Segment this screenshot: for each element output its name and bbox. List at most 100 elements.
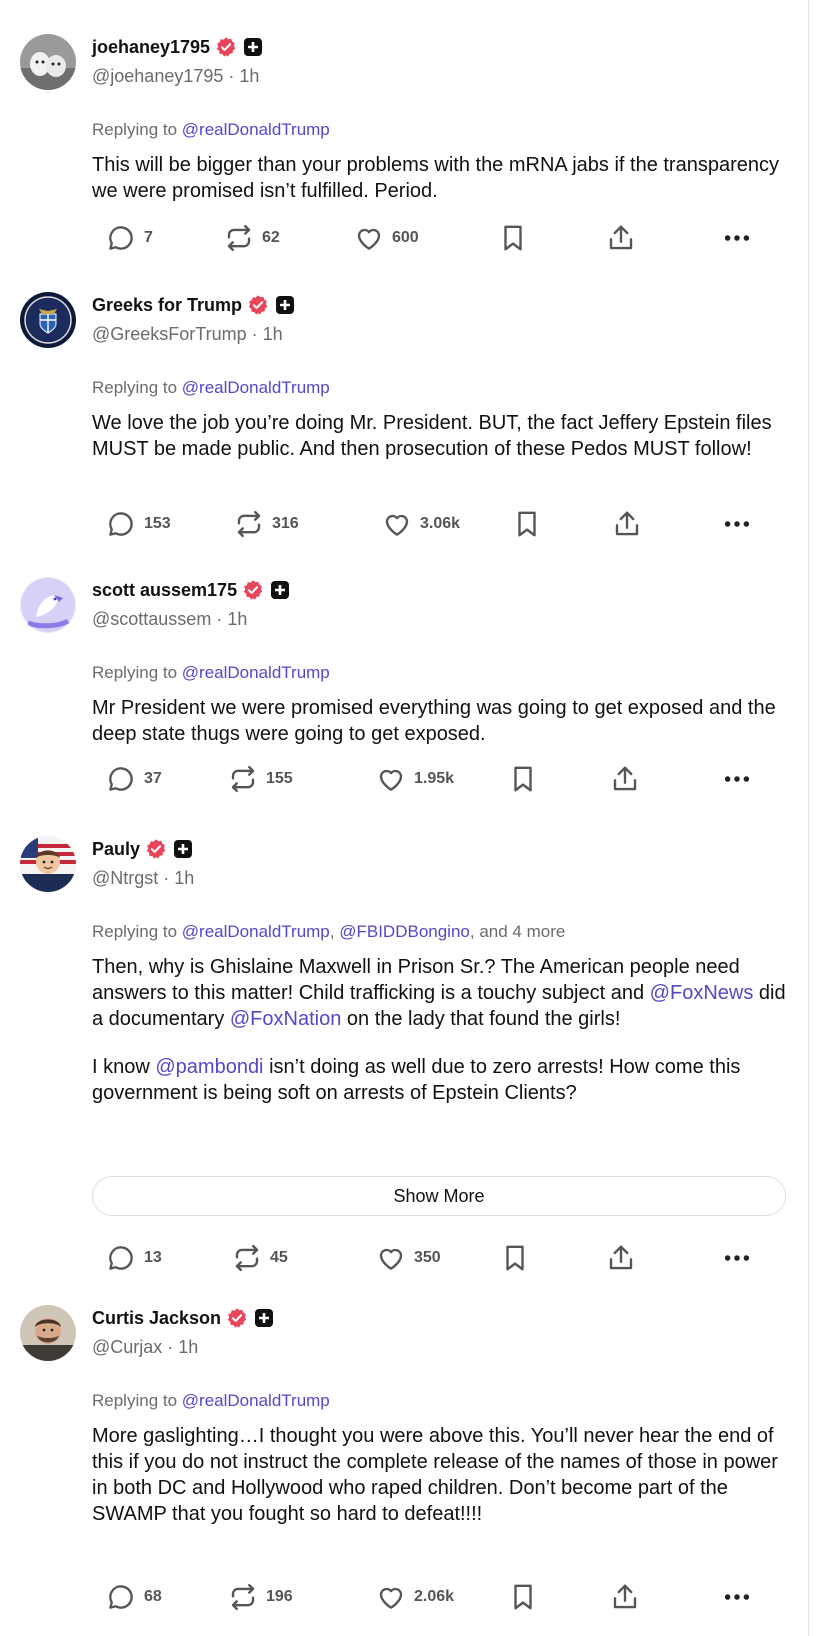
handle[interactable]: @scottaussem [92,609,211,629]
post-header: scott aussem175 @scottaussem · 1h [92,577,290,630]
post-text: Then, why is Ghislaine Maxwell in Prison… [92,954,792,1106]
repost-count: 316 [272,515,299,532]
reply-icon [109,1246,133,1270]
mention-link[interactable]: @pambondi [155,1056,263,1078]
heart-icon [357,228,381,250]
bookmark-button[interactable] [500,1238,530,1278]
verified-badge-icon [227,1308,247,1328]
bookmark-button[interactable] [508,759,538,799]
handle[interactable]: @GreeksForTrump [92,324,247,344]
like-button[interactable]: 600 [354,218,419,258]
mention-link[interactable]: @FoxNation [230,1008,341,1030]
repost-icon [231,765,255,793]
heart-icon [379,1248,403,1270]
more-icon [724,521,750,527]
repost-button[interactable]: 62 [224,218,280,258]
post-paragraph: This will be bigger than your problems w… [92,152,792,204]
like-button[interactable]: 2.06k [376,1577,454,1617]
replying-to-line: Replying to @realDonaldTrump [92,663,330,682]
share-icon [609,225,633,250]
display-name[interactable]: scott aussem175 [92,580,237,601]
reply-button[interactable]: 7 [106,218,153,258]
mention-link[interactable]: @realDonaldTrump [182,663,330,682]
avatar[interactable] [20,577,76,633]
reply-icon [109,512,133,536]
share-button[interactable] [606,1238,636,1278]
repost-button[interactable]: 316 [234,504,299,544]
mention-link[interactable]: @FBIDDBongino [339,922,470,941]
more-options-button[interactable] [722,1577,752,1617]
avatar[interactable] [20,1305,76,1361]
more-options-button[interactable] [722,218,752,258]
heart-icon [379,1587,403,1609]
more-icon [724,1255,750,1261]
post-paragraph: Then, why is Ghislaine Maxwell in Prison… [92,954,792,1032]
plus-badge-icon [174,840,193,858]
avatar[interactable] [20,836,76,892]
timestamp: 1h [178,1337,199,1357]
share-button[interactable] [606,218,636,258]
reply-button[interactable]: 68 [106,1577,162,1617]
action-bar: 37 155 1.95k [92,759,792,799]
verified-badge-icon [216,37,236,57]
more-options-button[interactable] [722,759,752,799]
reply-icon [109,1585,133,1609]
display-name[interactable]: Curtis Jackson [92,1308,221,1329]
bookmark-icon [514,1584,532,1610]
repost-icon [231,1583,255,1611]
timestamp: 1h [174,868,195,888]
display-name[interactable]: Greeks for Trump [92,295,242,316]
bookmark-button[interactable] [498,218,528,258]
share-button[interactable] [612,504,642,544]
handle[interactable]: @Ntrgst [92,868,158,888]
mention-link[interactable]: @realDonaldTrump [182,1391,330,1410]
reply-button[interactable]: 13 [106,1238,162,1278]
share-icon [613,766,637,791]
reply-button[interactable]: 153 [106,504,171,544]
like-button[interactable]: 1.95k [376,759,454,799]
handle[interactable]: @Curjax [92,1337,162,1357]
plus-badge-icon [244,38,263,56]
heart-icon [379,769,403,791]
post-text-run: I know [92,1056,156,1078]
mention-link[interactable]: @realDonaldTrump [182,120,330,139]
repost-button[interactable]: 45 [232,1238,288,1278]
post-header: joehaney1795 @joehaney1795 · 1h [92,34,263,87]
post-paragraph: Mr President we were promised everything… [92,695,792,747]
share-icon [613,1584,637,1609]
mention-link[interactable]: @FoxNews [650,982,754,1004]
repost-count: 155 [266,770,293,787]
handle[interactable]: @joehaney1795 [92,66,223,86]
post-paragraph: We love the job you’re doing Mr. Preside… [92,410,792,462]
repost-icon [227,224,251,252]
repost-button[interactable]: 196 [228,1577,293,1617]
share-button[interactable] [610,1577,640,1617]
display-name[interactable]: joehaney1795 [92,37,210,58]
more-options-button[interactable] [722,504,752,544]
mention-link[interactable]: @realDonaldTrump [182,922,330,941]
like-button[interactable]: 350 [376,1238,441,1278]
verified-badge-icon [248,295,268,315]
reply-feed: joehaney1795 @joehaney1795 · 1h Replying… [0,0,808,1636]
avatar[interactable] [20,292,76,348]
verified-badge-icon [243,580,263,600]
display-name[interactable]: Pauly [92,839,140,860]
replying-to-line: Replying to @realDonaldTrump [92,120,330,139]
post-paragraph: More gaslighting…I thought you were abov… [92,1423,792,1527]
like-button[interactable]: 3.06k [382,504,460,544]
reply-button[interactable]: 37 [106,759,162,799]
avatar[interactable] [20,34,76,90]
post-text-run: More gaslighting…I thought you were abov… [92,1425,778,1525]
reply-count: 68 [144,1588,162,1605]
bookmark-button[interactable] [512,504,542,544]
post-text-run: Then, why is Ghislaine Maxwell in Prison… [92,956,740,1004]
show-more-button[interactable]: Show More [92,1176,786,1216]
scrollbar[interactable] [808,0,818,1636]
mention-link[interactable]: @realDonaldTrump [182,378,330,397]
repost-button[interactable]: 155 [228,759,293,799]
bookmark-button[interactable] [508,1577,538,1617]
bookmark-icon [506,1245,524,1271]
share-button[interactable] [610,759,640,799]
bookmark-icon [514,766,532,792]
more-options-button[interactable] [722,1238,752,1278]
